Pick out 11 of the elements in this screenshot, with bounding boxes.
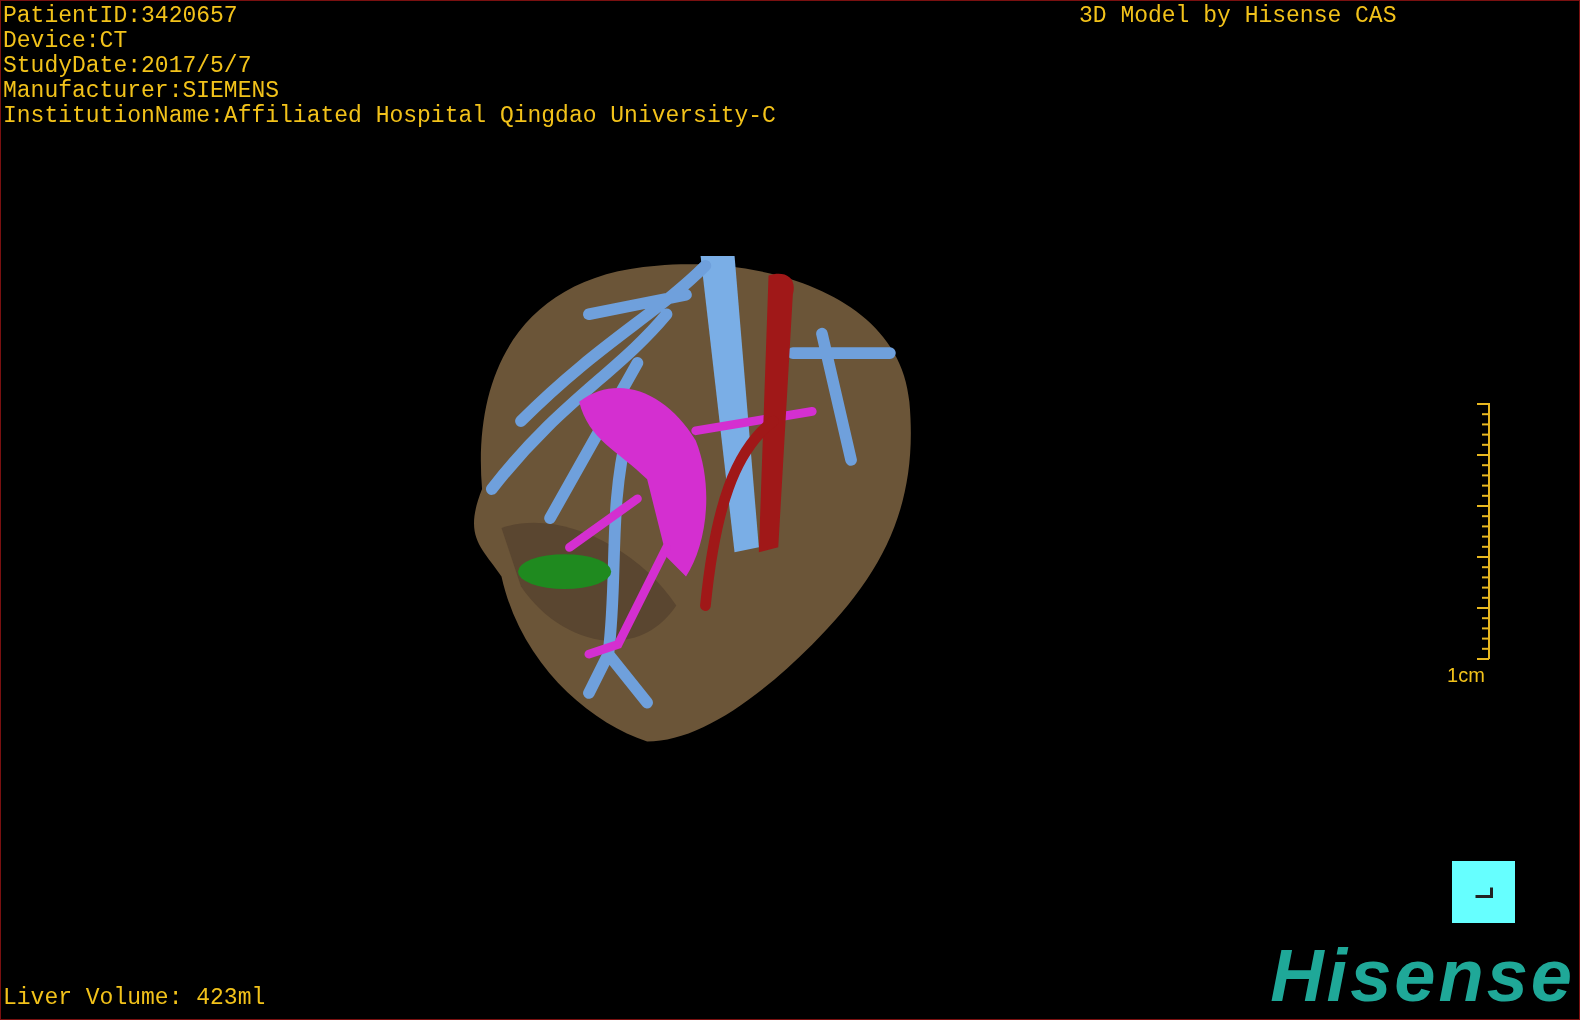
brand-logo: Hisense [1270,943,1575,1009]
scale-label: 1cm [1447,663,1485,688]
patient-info-text: PatientID:3420657 [3,4,238,29]
liver-volume-text: Liver Volume: 423ml [3,986,266,1011]
patient-info-text: StudyDate:2017/5/7 [3,54,252,79]
patient-info-text: InstitutionName:Affiliated Hospital Qingdao University-C [3,104,776,129]
model-credit-text: 3D Model by Hisense CAS [1079,4,1397,29]
patient-info-text: Manufacturer:SIEMENS [3,79,280,104]
patient-info-text: Device:CT [3,29,128,54]
view-toggle-button[interactable] [1452,861,1515,923]
corner-icon [1474,886,1493,898]
